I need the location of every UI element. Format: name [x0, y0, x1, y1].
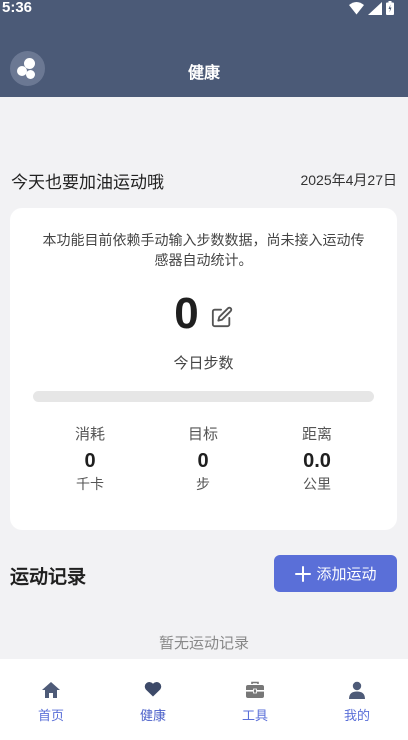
edit-icon[interactable]: [211, 306, 233, 328]
steps-label: 今日步数: [173, 354, 234, 372]
nav-item-health[interactable]: 健康: [102, 659, 204, 740]
nav-item-mine[interactable]: 我的: [306, 659, 408, 740]
battery-icon: [386, 1, 394, 15]
nav-label-health: 健康: [139, 709, 166, 724]
nav-label-mine: 我的: [343, 709, 370, 724]
greeting-text: 今天也要加油运动哦: [11, 173, 164, 193]
steps-progress-bar: [33, 391, 374, 402]
stat-unit: 千卡: [76, 477, 104, 493]
add-exercise-button[interactable]: 添加运动: [274, 555, 397, 592]
records-section-title: 运动记录: [10, 566, 87, 588]
add-exercise-label: 添加运动: [316, 565, 377, 583]
stat-calories: 消耗 0 千卡: [40, 424, 140, 494]
toolbox-icon: [246, 681, 264, 698]
stats-row: 消耗 0 千卡 目标 0 步 距离 0.0 公里: [10, 424, 397, 504]
person-icon: [349, 681, 365, 699]
steps-card: 本功能目前依赖手动输入步数数据，尚未接入运动传感器自动统计。 0 今日步数 消耗…: [10, 208, 397, 530]
stat-value: 0: [84, 450, 96, 472]
plus-icon: [295, 565, 312, 582]
nav-item-tools[interactable]: 工具: [204, 659, 306, 740]
nav-item-home[interactable]: 首页: [0, 659, 102, 740]
stat-goal: 目标 0 步: [153, 424, 253, 494]
nav-label-tools: 工具: [241, 709, 268, 724]
stat-value: 0.0: [303, 450, 331, 472]
status-icons: [349, 1, 394, 15]
page-title: 健康: [187, 63, 220, 82]
stat-label: 目标: [187, 425, 218, 443]
nav-label-home: 首页: [37, 709, 64, 724]
status-time: 5:36: [2, 0, 33, 16]
stat-unit: 公里: [303, 477, 331, 493]
status-bar: 5:36: [0, 0, 408, 18]
wifi-icon: [349, 1, 364, 14]
stat-distance: 距离 0.0 公里: [267, 424, 367, 494]
home-icon: [42, 682, 60, 698]
empty-records-text: 暂无运动记录: [158, 634, 249, 652]
stat-label: 距离: [301, 425, 332, 443]
steps-value: 0: [174, 289, 199, 338]
bottom-nav: 首页 健康 工具 我的: [0, 659, 408, 740]
manual-input-notice: 本功能目前依赖手动输入步数数据，尚未接入运动传感器自动统计。: [42, 233, 365, 269]
stat-value: 0: [197, 450, 209, 472]
steps-row: 0: [10, 288, 397, 340]
stat-label: 消耗: [74, 425, 105, 443]
signal-icon: [368, 1, 382, 15]
app-header: 5:36 健康: [0, 0, 408, 97]
current-date: 2025年4月27日: [300, 172, 397, 188]
heart-icon: [144, 682, 162, 697]
stat-unit: 步: [196, 477, 210, 493]
